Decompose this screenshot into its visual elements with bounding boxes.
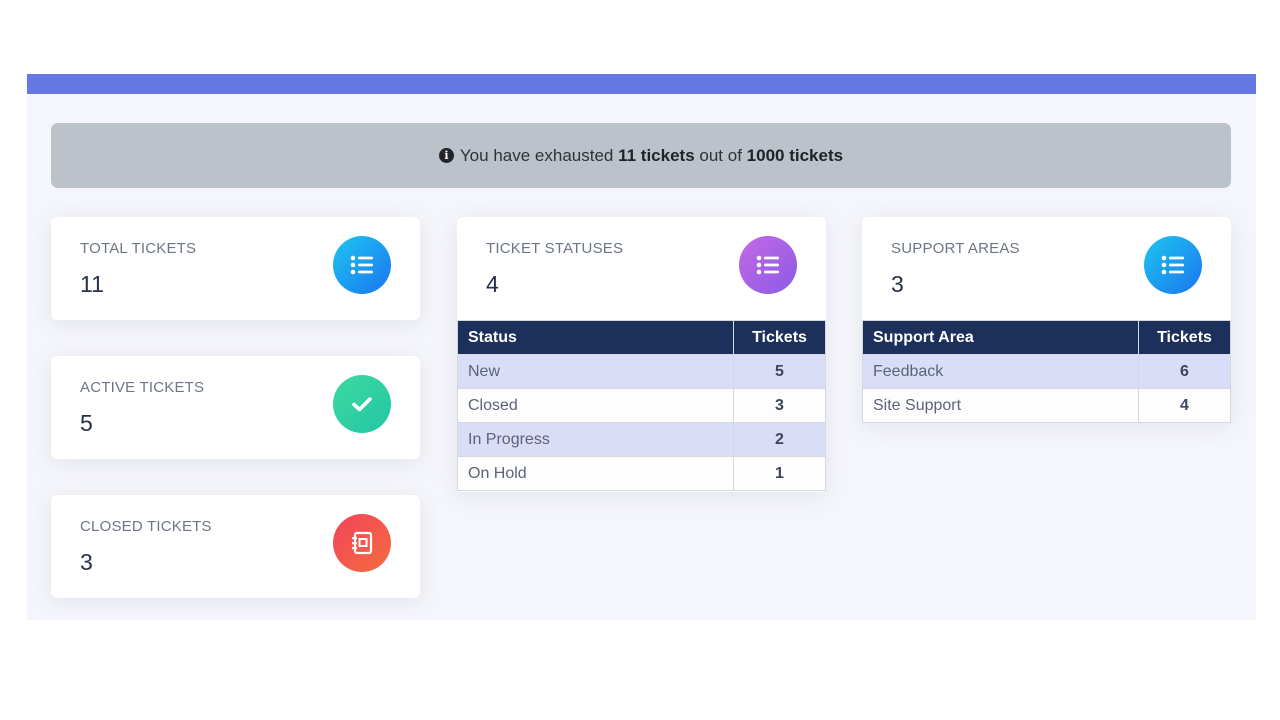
card-value: 3 xyxy=(891,271,904,297)
status-label: On Hold xyxy=(457,456,734,491)
status-count: 5 xyxy=(733,354,826,389)
area-count: 6 xyxy=(1138,354,1231,389)
support-areas-card: SUPPORT AREAS 3 Support Area Tickets Fee… xyxy=(862,217,1231,423)
top-bar xyxy=(27,74,1256,94)
table-header-row: Support Area Tickets xyxy=(862,320,1231,355)
card-title: SUPPORT AREAS xyxy=(891,240,1020,257)
closed-tickets-card[interactable]: CLOSED TICKETS 3 xyxy=(51,495,420,598)
column-header: Status xyxy=(457,320,734,355)
status-count: 2 xyxy=(733,422,826,457)
card-title: ACTIVE TICKETS xyxy=(80,379,205,396)
column-header: Tickets xyxy=(1138,320,1231,355)
card-value: 4 xyxy=(486,271,499,297)
card-title: CLOSED TICKETS xyxy=(80,518,212,535)
dashboard-frame: i You have exhausted 11 tickets out of 1… xyxy=(27,74,1256,620)
active-tickets-card[interactable]: ACTIVE TICKETS 5 xyxy=(51,356,420,459)
status-label: In Progress xyxy=(457,422,734,457)
list-icon xyxy=(739,236,797,294)
table-row[interactable]: Feedback 6 xyxy=(862,354,1231,389)
card-value: 11 xyxy=(80,271,104,297)
area-label: Site Support xyxy=(862,388,1139,423)
list-icon xyxy=(333,236,391,294)
table-row[interactable]: Site Support 4 xyxy=(862,388,1231,423)
notice-used-count: 11 tickets xyxy=(618,145,695,165)
notebook-icon xyxy=(333,514,391,572)
ticket-statuses-card: TICKET STATUSES 4 Status Tickets New 5 C… xyxy=(457,217,826,492)
card-title: TICKET STATUSES xyxy=(486,240,624,257)
table-row[interactable]: On Hold 1 xyxy=(457,456,826,491)
info-circle-icon: i xyxy=(438,148,454,163)
card-value: 3 xyxy=(80,549,93,575)
support-area-table: Support Area Tickets Feedback 6 Site Sup… xyxy=(862,320,1231,423)
status-count: 3 xyxy=(733,388,826,423)
column-header: Tickets xyxy=(733,320,826,355)
table-row[interactable]: In Progress 2 xyxy=(457,422,826,457)
area-label: Feedback xyxy=(862,354,1139,389)
notice-total-count: 1000 tickets xyxy=(746,145,844,165)
notice-middle: out of xyxy=(699,145,742,165)
card-value: 5 xyxy=(80,410,93,436)
column-header: Support Area xyxy=(862,320,1139,355)
total-tickets-card[interactable]: TOTAL TICKETS 11 xyxy=(51,217,420,320)
table-row[interactable]: New 5 xyxy=(457,354,826,389)
table-header-row: Status Tickets xyxy=(457,320,826,355)
notice-prefix: You have exhausted xyxy=(459,145,614,165)
ticket-usage-notice: i You have exhausted 11 tickets out of 1… xyxy=(51,123,1231,188)
table-row[interactable]: Closed 3 xyxy=(457,388,826,423)
status-label: New xyxy=(457,354,734,389)
list-icon xyxy=(1144,236,1202,294)
status-table: Status Tickets New 5 Closed 3 In Progres… xyxy=(457,320,826,491)
status-label: Closed xyxy=(457,388,734,423)
area-count: 4 xyxy=(1138,388,1231,423)
card-title: TOTAL TICKETS xyxy=(80,240,197,257)
status-count: 1 xyxy=(733,456,826,491)
check-icon xyxy=(333,375,391,433)
